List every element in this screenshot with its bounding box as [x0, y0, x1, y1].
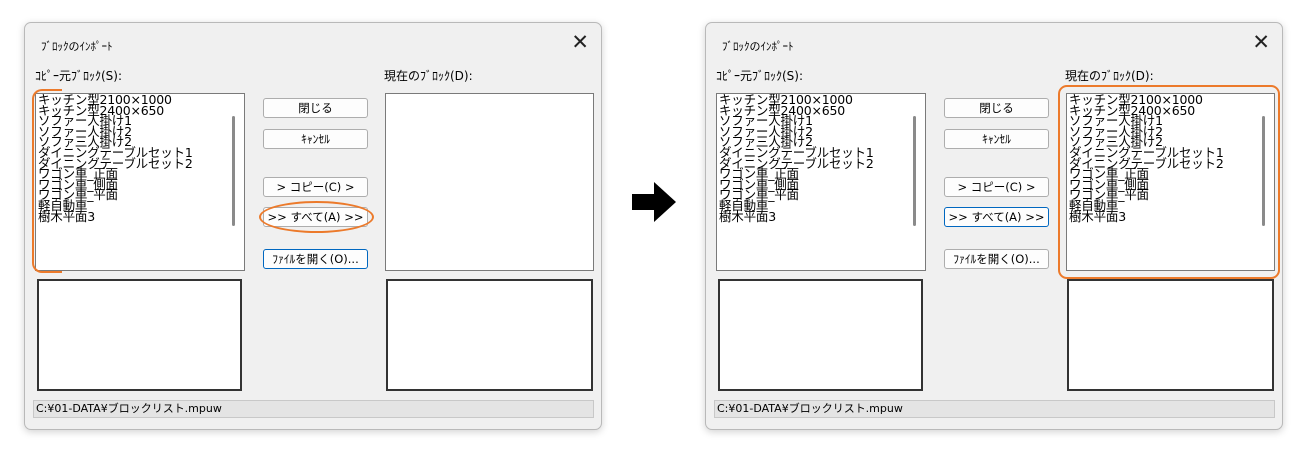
source-preview — [37, 279, 242, 391]
status-path: C:¥01-DATA¥ブロックリスト.mpuw — [714, 400, 1275, 418]
source-list-scrollbar[interactable] — [232, 116, 235, 226]
close-icon[interactable]: ✕ — [571, 30, 589, 54]
status-path: C:¥01-DATA¥ブロックリスト.mpuw — [33, 400, 594, 418]
source-block-list[interactable]: キッチン型2100×1000 キッチン型2400×650 ソファー人掛け1 ソファー人… — [716, 93, 926, 271]
close-button[interactable]: 閉じる — [944, 98, 1049, 118]
copy-button[interactable]: > コピー(C) > — [944, 177, 1049, 197]
list-item[interactable]: 樹木平面3 — [1069, 210, 1274, 223]
close-button[interactable]: 閉じる — [263, 98, 368, 118]
copy-button[interactable]: > コピー(C) > — [263, 177, 368, 197]
source-list-scrollbar[interactable] — [913, 116, 916, 226]
source-block-items: キッチン型2100×1000 キッチン型2400×650 ソファー人掛け1 ソファー人… — [717, 94, 925, 222]
current-preview — [386, 279, 593, 391]
current-list-scrollbar[interactable] — [1262, 116, 1265, 226]
current-blocks-label: 現在のﾌﾞﾛｯｸ(D): — [1065, 69, 1154, 83]
open-file-button[interactable]: ﾌｧｲﾙを開く(O)... — [263, 249, 368, 269]
list-item[interactable]: 樹木平面3 — [38, 210, 244, 223]
source-block-items: キッチン型2100×1000 キッチン型2400×650 ソファー人掛け1 ソファー人… — [36, 94, 244, 222]
current-block-list[interactable]: キッチン型2100×1000 キッチン型2400×650 ソファー人掛け1 ソファー人… — [1066, 93, 1275, 271]
source-blocks-label: ｺﾋﾟｰ元ﾌﾞﾛｯｸ(S): — [35, 69, 123, 83]
close-icon[interactable]: ✕ — [1252, 30, 1270, 54]
current-preview — [1067, 279, 1274, 391]
right-arrow-icon — [632, 182, 676, 222]
current-block-list[interactable] — [385, 93, 594, 271]
cancel-button[interactable]: ｷｬﾝｾﾙ — [263, 129, 368, 149]
current-block-items: キッチン型2100×1000 キッチン型2400×650 ソファー人掛け1 ソファー人… — [1067, 94, 1274, 222]
cancel-button[interactable]: ｷｬﾝｾﾙ — [944, 129, 1049, 149]
list-item[interactable]: 樹木平面3 — [719, 210, 925, 223]
open-file-button[interactable]: ﾌｧｲﾙを開く(O)... — [944, 249, 1049, 269]
dialog-title: ﾌﾞﾛｯｸのｲﾝﾎﾟｰﾄ — [41, 40, 113, 53]
import-dialog-after: ﾌﾞﾛｯｸのｲﾝﾎﾟｰﾄ ✕ ｺﾋﾟｰ元ﾌﾞﾛｯｸ(S): 現在のﾌﾞﾛｯｸ(D… — [705, 22, 1283, 430]
dialog-title: ﾌﾞﾛｯｸのｲﾝﾎﾟｰﾄ — [722, 40, 794, 53]
import-dialog-before: ﾌﾞﾛｯｸのｲﾝﾎﾟｰﾄ ✕ ｺﾋﾟｰ元ﾌﾞﾛｯｸ(S): 現在のﾌﾞﾛｯｸ(D… — [24, 22, 602, 430]
source-block-list[interactable]: キッチン型2100×1000 キッチン型2400×650 ソファー人掛け1 ソファー人… — [35, 93, 245, 271]
source-blocks-label: ｺﾋﾟｰ元ﾌﾞﾛｯｸ(S): — [716, 69, 804, 83]
copy-all-button[interactable]: >> すべて(A) >> — [944, 207, 1049, 227]
current-blocks-label: 現在のﾌﾞﾛｯｸ(D): — [384, 69, 473, 83]
source-preview — [718, 279, 923, 391]
copy-all-button[interactable]: >> すべて(A) >> — [263, 207, 368, 227]
